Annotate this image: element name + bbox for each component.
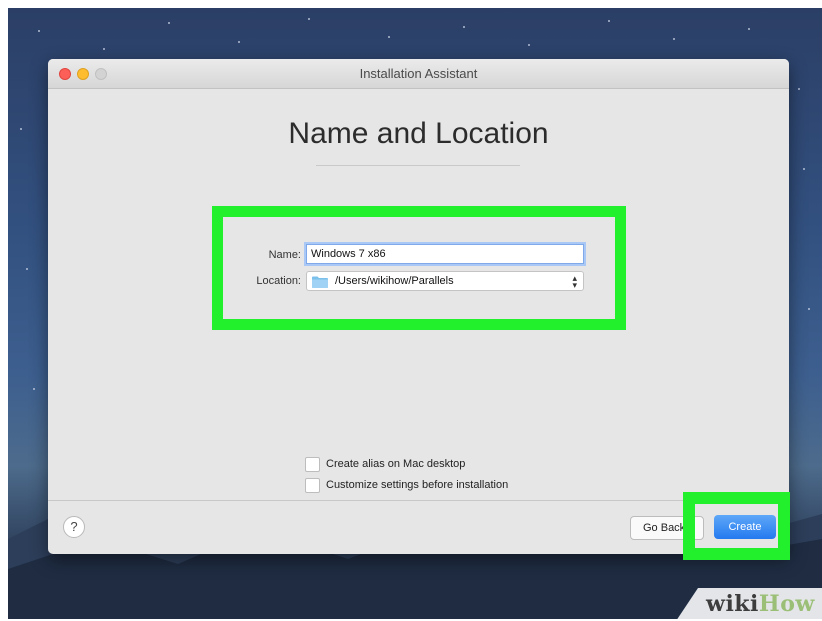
customize-settings-checkbox[interactable] (305, 478, 320, 493)
footer-divider (48, 500, 789, 501)
location-label: Location: (256, 275, 301, 287)
name-input[interactable] (306, 244, 584, 264)
title-bar: Installation Assistant (48, 59, 789, 89)
title-divider (316, 165, 520, 166)
name-label: Name: (268, 249, 301, 261)
folder-icon (312, 276, 328, 288)
location-select[interactable]: /Users/wikihow/Parallels ▴ ▾ (306, 271, 584, 291)
create-button[interactable]: Create (714, 515, 776, 539)
watermark-text: wikiHow (706, 591, 815, 617)
create-alias-label: Create alias on Mac desktop (326, 458, 466, 470)
updown-arrows-icon: ▴ ▾ (572, 273, 577, 290)
watermark-how: How (758, 591, 815, 617)
help-button[interactable]: ? (63, 516, 85, 538)
wikihow-watermark: wikiHow (676, 588, 822, 621)
location-value: /Users/wikihow/Parallels (335, 275, 454, 287)
create-alias-checkbox[interactable] (305, 457, 320, 472)
page-title: Name and Location (288, 117, 549, 150)
watermark-wiki: wiki (706, 591, 759, 617)
installation-assistant-window: Installation Assistant Name and Location… (48, 59, 789, 554)
form-highlight-box (212, 206, 626, 330)
customize-settings-label: Customize settings before installation (326, 479, 509, 491)
window-title: Installation Assistant (359, 66, 478, 81)
